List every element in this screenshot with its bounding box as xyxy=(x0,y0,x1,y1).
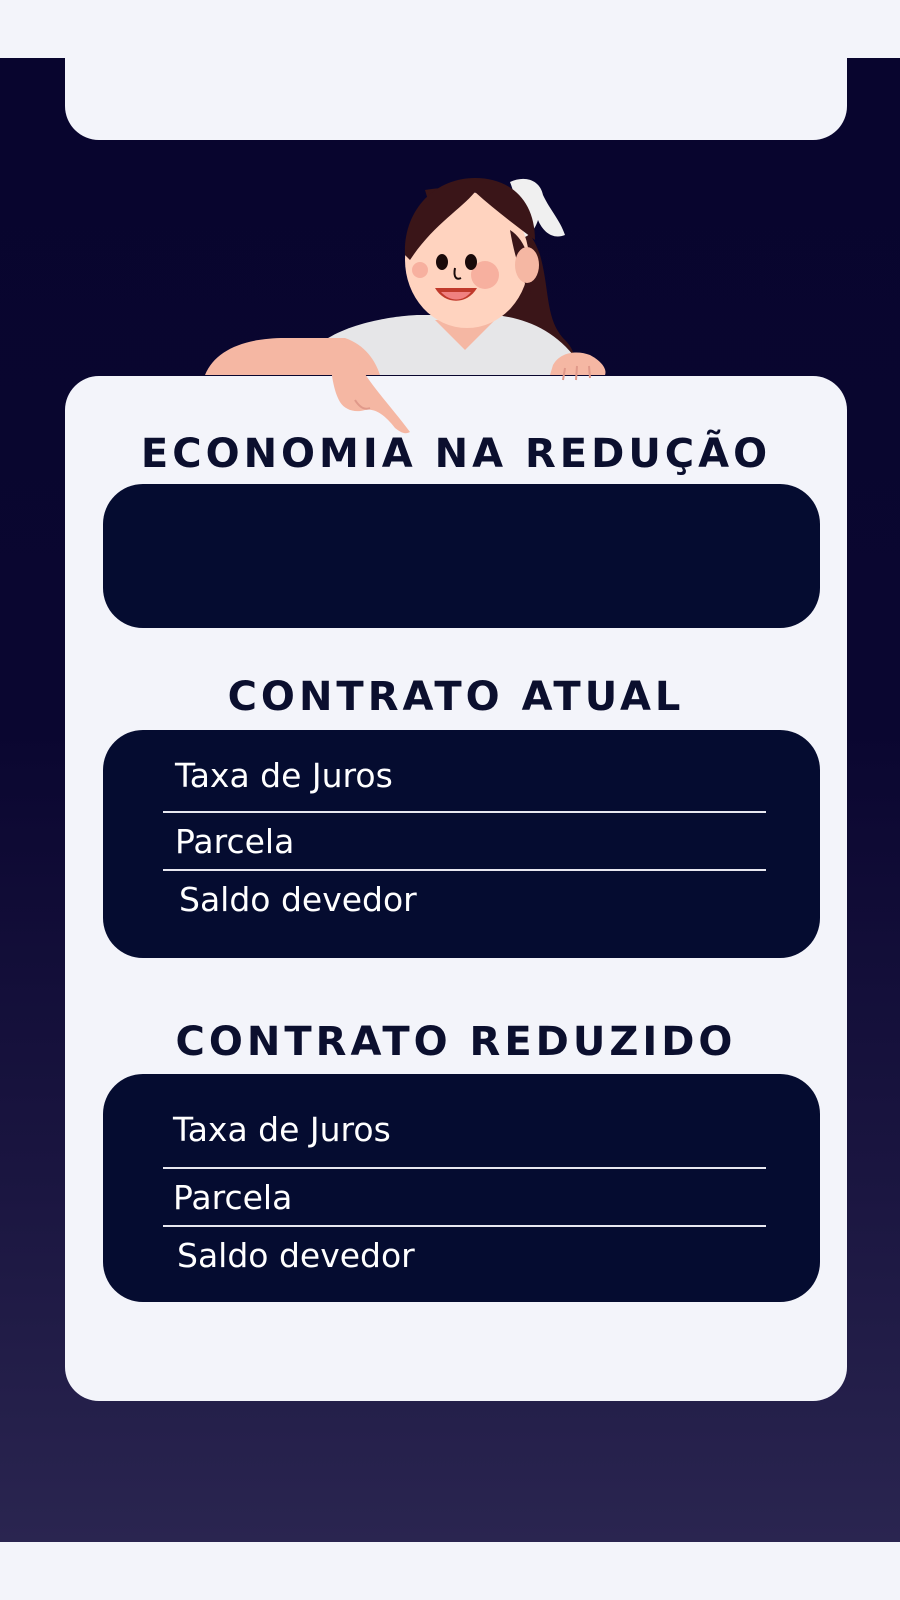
divider xyxy=(163,869,766,871)
reduced-installment-label: Parcela xyxy=(173,1178,293,1217)
economy-value-panel xyxy=(103,484,820,628)
reduced-contract-panel: Taxa de Juros Parcela Saldo devedor xyxy=(103,1074,820,1302)
reduced-balance-label: Saldo devedor xyxy=(177,1236,415,1275)
reduced-interest-rate-label: Taxa de Juros xyxy=(173,1110,391,1149)
calculator-card: ECONOMIA NA REDUÇÃO CONTRATO ATUAL Taxa … xyxy=(65,376,847,1401)
current-installment-label: Parcela xyxy=(175,822,295,861)
reduced-contract-title: CONTRATO REDUZIDO xyxy=(175,1019,737,1065)
current-interest-rate-label: Taxa de Juros xyxy=(175,756,393,795)
woman-pointing-illustration xyxy=(205,178,606,434)
divider xyxy=(163,1167,766,1169)
top-card xyxy=(65,40,847,140)
divider xyxy=(163,811,766,813)
current-balance-label: Saldo devedor xyxy=(179,880,417,919)
divider xyxy=(163,1225,766,1227)
current-contract-panel: Taxa de Juros Parcela Saldo devedor xyxy=(103,730,820,958)
current-contract-title: CONTRATO ATUAL xyxy=(227,674,685,720)
